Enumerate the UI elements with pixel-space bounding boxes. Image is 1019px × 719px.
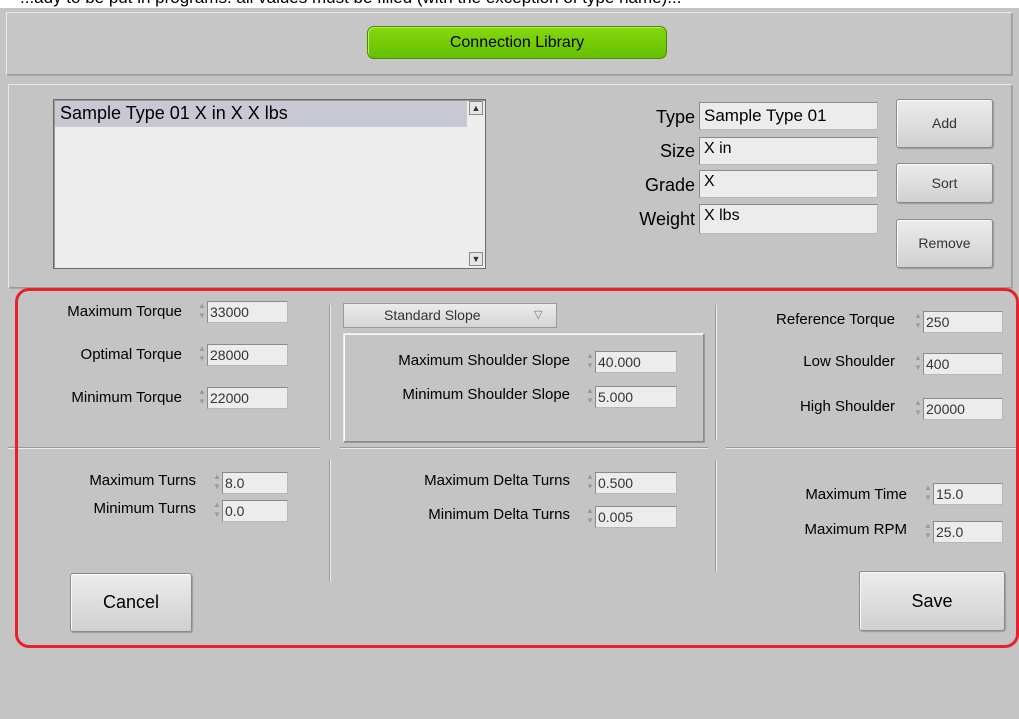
weight-label: Weight [639,209,695,229]
connection-library-button[interactable]: Connection Library [367,26,667,59]
size-field[interactable]: X in [699,137,878,165]
list-item[interactable]: Sample Type 01 X in X X lbs [55,101,467,127]
scroll-down-arrow-icon[interactable]: ▼ [469,252,483,266]
type-field[interactable]: Sample Type 01 [699,102,878,130]
grade-field[interactable]: X [699,170,878,198]
grade-label: Grade [644,175,695,195]
add-button[interactable]: Add [896,99,993,148]
highlight-frame [15,288,1019,648]
scroll-up-arrow-icon[interactable]: ▲ [469,101,483,115]
type-label: Type [655,107,695,127]
sort-button[interactable]: Sort [896,163,993,203]
size-label: Size [659,141,695,161]
weight-field[interactable]: X lbs [699,204,878,234]
remove-button[interactable]: Remove [896,219,993,268]
instruction-text-clipped: ...ady to be put in programs. all values… [0,0,1019,8]
